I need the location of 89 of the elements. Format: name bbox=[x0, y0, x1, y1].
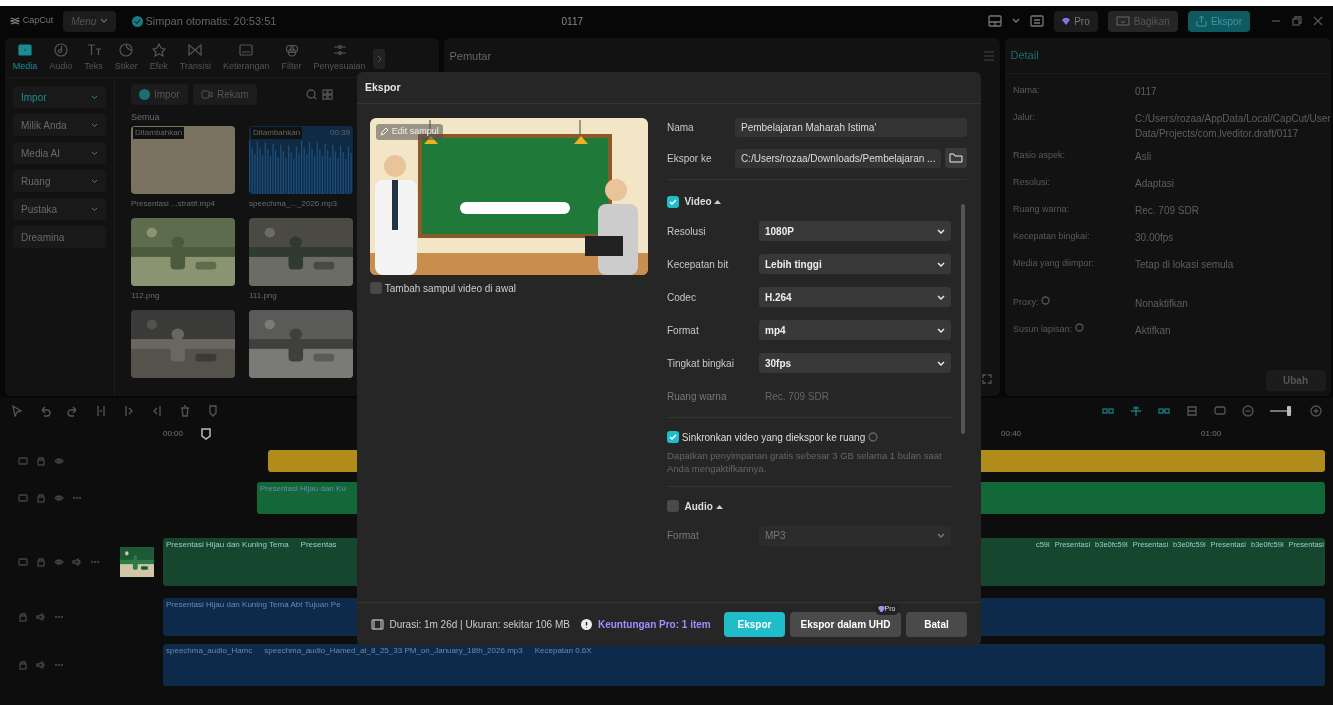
autosave-status: Simpan otomatis: 20:53:51 bbox=[145, 13, 277, 29]
detail-value: 30.00fps bbox=[1135, 230, 1175, 245]
tool-tab[interactable]: Teks bbox=[79, 38, 108, 77]
app-logo: CapCut bbox=[22, 14, 54, 28]
tool-tab[interactable]: Audio bbox=[44, 38, 78, 77]
pro-button[interactable]: Pro bbox=[1054, 10, 1098, 32]
dropdown[interactable]: Lebih tinggi bbox=[759, 254, 951, 274]
added-tag: Ditambahkan bbox=[251, 127, 303, 139]
edit-cover-button[interactable]: Edit sampul bbox=[376, 124, 443, 140]
dialog-button[interactable]: Ekspor bbox=[723, 612, 785, 637]
export-info: Durasi: 1m 26d | Ukuran: sekitar 106 MB bbox=[389, 618, 570, 632]
checkbox-label: Sinkronkan video yang diekspor ke ruang bbox=[681, 430, 866, 445]
detail-label: Proxy: bbox=[1013, 295, 1039, 309]
sidebar-item[interactable]: Ruang bbox=[13, 170, 106, 192]
section-toggle[interactable]: Video bbox=[684, 194, 722, 209]
clip-label: Presentasi Hijau dan Kuning Tema bbox=[165, 539, 290, 551]
setting-label: Kecepatan bit bbox=[667, 257, 730, 272]
tool-tab[interactable]: Filter bbox=[276, 38, 307, 77]
ruler-time: 00:40 bbox=[1001, 428, 1022, 440]
detail-value: Tetap di lokasi semula bbox=[1135, 257, 1235, 272]
ruler-time: 00:00 bbox=[163, 428, 184, 440]
project-title: 0117 bbox=[560, 14, 585, 29]
file-name: 111.png bbox=[249, 290, 278, 302]
menu-button[interactable]: Menu bbox=[63, 10, 117, 32]
detail-value: 0117 bbox=[1135, 84, 1158, 99]
field-label: Nama bbox=[667, 121, 695, 135]
dropdown[interactable]: 1080P bbox=[759, 221, 951, 241]
dropdown[interactable]: H.264 bbox=[759, 287, 951, 307]
duration-label: 00:39 bbox=[329, 127, 350, 139]
tool-tab[interactable]: Transisi bbox=[174, 38, 216, 77]
file-name: 112.png bbox=[131, 290, 161, 302]
dialog-button[interactable]: Batal bbox=[906, 612, 967, 637]
sidebar-item[interactable]: Dreamina bbox=[13, 226, 106, 248]
detail-label: Resolusi: bbox=[1013, 175, 1050, 189]
sidebar-item[interactable]: Milik Anda bbox=[13, 114, 106, 136]
tool-tab[interactable]: Efek bbox=[144, 38, 173, 77]
field-label: Ekspor ke bbox=[667, 151, 713, 166]
detail-label: Nama: bbox=[1013, 83, 1040, 97]
detail-value: Adaptasi bbox=[1135, 176, 1175, 191]
detail-label: Media yang diimpor: bbox=[1013, 256, 1095, 270]
setting-label: Format bbox=[667, 529, 700, 544]
added-tag: Ditambahkan bbox=[133, 127, 185, 139]
setting-label: Format bbox=[667, 323, 700, 338]
sidebar-item[interactable]: Media AI bbox=[13, 142, 106, 164]
clip-label: Presentas bbox=[299, 539, 338, 551]
pro-benefit-link[interactable]: Keuntungan Pro: 1 item bbox=[597, 617, 711, 632]
clip-label: speechma_audio_Hamc bbox=[165, 645, 254, 657]
sidebar-item[interactable]: Pustaka bbox=[13, 198, 106, 220]
dropdown[interactable]: mp4 bbox=[759, 320, 951, 340]
detail-label: Jalur: bbox=[1013, 110, 1035, 124]
tool-tab[interactable]: Stiker bbox=[109, 38, 143, 77]
clip-label: Presentasi Hijau dan Ku bbox=[259, 483, 347, 495]
detail-label: Kecepatan bingkai: bbox=[1013, 229, 1090, 243]
record-button[interactable]: Rekam bbox=[193, 84, 257, 105]
checkbox-label: Tambah sampul video di awal bbox=[384, 281, 516, 296]
path-field[interactable]: C:/Users/rozaa/Downloads/Pembelajaran ... bbox=[734, 148, 942, 168]
file-name: Presentasi ...stratif.mp4 bbox=[131, 198, 217, 210]
file-name: speechma_..._2026.mp3 bbox=[249, 198, 339, 210]
tool-tab[interactable]: Media bbox=[7, 38, 43, 77]
clip-label: speechma_audio_Hamed_at_8_25_33 PM_on_January_18th_2026.mp3 bbox=[263, 645, 524, 657]
clip-label: Presentasi Hijau dan Kuning Tema Abt Tujuan Pe bbox=[165, 599, 342, 611]
setting-label: Resolusi bbox=[667, 224, 707, 239]
detail-value: C:/Users/rozaa/AppData/Local/CapCut/User Data/Projects/com.lveditor.draft/0117 bbox=[1135, 111, 1331, 141]
export-button[interactable]: Ekspor bbox=[1187, 10, 1250, 32]
detail-value: Aktifkan bbox=[1135, 323, 1172, 338]
ruler-time: 01:00 bbox=[1201, 428, 1222, 440]
detail-value: Nonaktifkan bbox=[1135, 296, 1189, 311]
clip-label: Kecepatan 0.6X bbox=[533, 645, 593, 657]
section-toggle[interactable]: Audio bbox=[684, 498, 723, 514]
detail-value: Asli bbox=[1135, 149, 1153, 164]
track-clip[interactable]: speechma_audio_Hamc speechma_audio_Hamed_at_8_25_33 PM_on_January_18th_2026.mp3 Kecepatan 0.6X bbox=[163, 644, 1325, 686]
tool-tab[interactable]: Keterangan bbox=[218, 38, 275, 77]
setting-value: Rec. 709 SDR bbox=[764, 389, 830, 404]
edit-button[interactable]: Ubah bbox=[1265, 369, 1326, 391]
detail-label: Susun lapisan: bbox=[1013, 322, 1073, 336]
dialog-button[interactable]: Ekspor dalam UHD bbox=[790, 612, 901, 637]
detail-label: Rasio aspek: bbox=[1013, 148, 1066, 162]
sidebar-item[interactable]: Impor bbox=[13, 86, 106, 108]
panel-title: Detail bbox=[1010, 48, 1039, 64]
setting-label: Tingkat bingkai bbox=[667, 356, 735, 371]
setting-label: Codec bbox=[667, 290, 697, 305]
setting-label: Ruang warna bbox=[667, 389, 728, 404]
dropdown[interactable]: 30fps bbox=[759, 353, 951, 373]
detail-value: Rec. 709 SDR bbox=[1135, 203, 1200, 218]
detail-label: Ruang warna: bbox=[1013, 202, 1070, 216]
dialog-title: Ekspor bbox=[357, 72, 981, 104]
panel-title: Pemutar bbox=[449, 48, 492, 64]
name-field[interactable]: Pembelajaran Maharah Istima' bbox=[735, 118, 967, 137]
filter-label: Semua bbox=[131, 110, 161, 124]
